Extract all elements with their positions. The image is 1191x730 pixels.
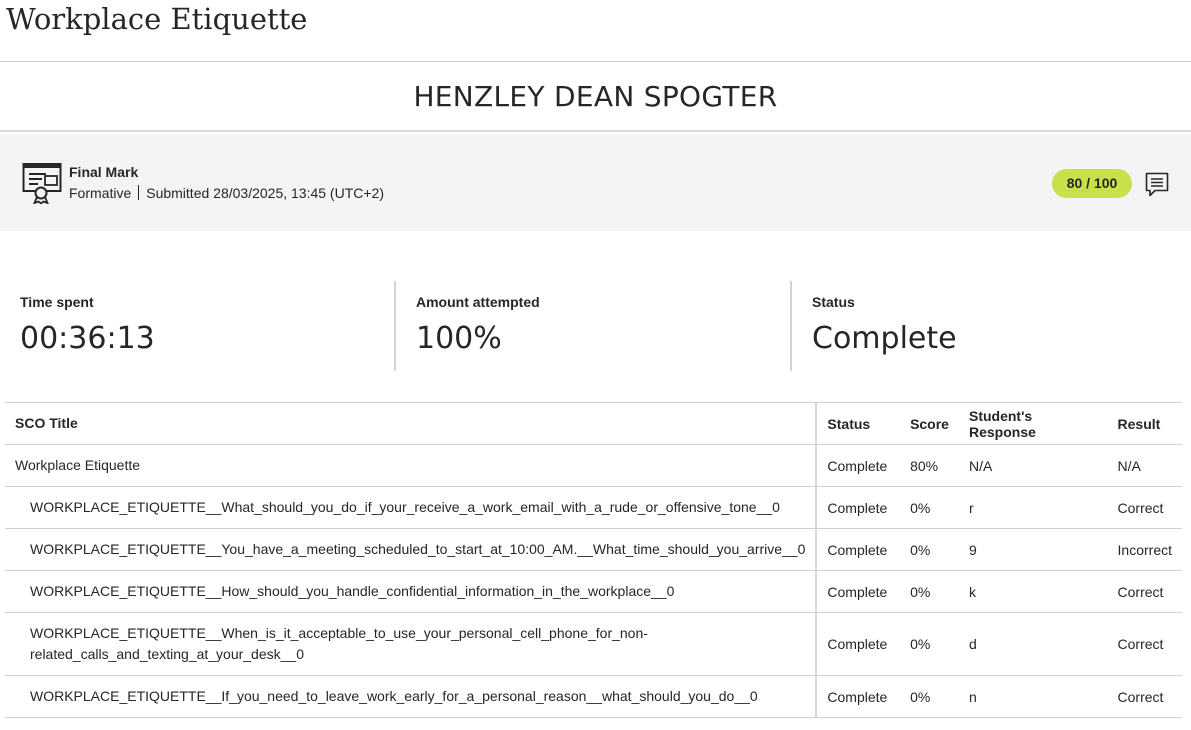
response-cell: d xyxy=(958,612,1108,676)
response-cell: r xyxy=(958,486,1108,529)
status-cell: Complete xyxy=(816,612,901,676)
score-cell: 80% xyxy=(900,444,959,487)
table-row: Workplace Etiquette Complete 80% N/A N/A xyxy=(5,444,1182,487)
result-cell: N/A xyxy=(1107,444,1182,487)
status-cell: Complete xyxy=(816,570,901,613)
result-cell: Correct xyxy=(1107,486,1182,529)
sco-results-table: SCO Title Status Score Student's Respons… xyxy=(5,402,1182,718)
final-mark-title: Final Mark xyxy=(69,164,139,180)
final-score-badge: 80 / 100 xyxy=(1052,169,1132,198)
score-cell: 0% xyxy=(900,570,959,613)
student-name-divider xyxy=(0,130,1191,132)
table-header-row: SCO Title Status Score Student's Respons… xyxy=(5,402,1182,445)
sco-title-cell: WORKPLACE_ETIQUETTE__How_should_you_hand… xyxy=(5,570,818,613)
sco-title-cell: WORKPLACE_ETIQUETTE__What_should_you_do_… xyxy=(5,486,818,529)
table-row: WORKPLACE_ETIQUETTE__You_have_a_meeting_… xyxy=(5,528,1182,571)
table-row: WORKPLACE_ETIQUETTE__How_should_you_hand… xyxy=(5,570,1182,613)
response-cell: N/A xyxy=(958,444,1108,487)
sco-title-cell: WORKPLACE_ETIQUETTE__If_you_need_to_leav… xyxy=(5,675,818,718)
column-header-score: Score xyxy=(900,402,959,445)
column-header-result: Result xyxy=(1107,402,1182,445)
table-row: WORKPLACE_ETIQUETTE__If_you_need_to_leav… xyxy=(5,675,1182,718)
time-spent-value: 00:36:13 xyxy=(20,321,155,356)
comment-icon[interactable] xyxy=(1145,172,1169,198)
column-header-status: Status xyxy=(816,402,901,445)
status-cell: Complete xyxy=(816,486,901,529)
result-cell: Correct xyxy=(1107,612,1182,676)
score-cell: 0% xyxy=(900,612,959,676)
status-cell: Complete xyxy=(816,528,901,571)
amount-attempted-label: Amount attempted xyxy=(416,294,540,310)
assessment-type: Formative xyxy=(69,185,132,201)
stat-divider xyxy=(394,281,396,371)
page-title: Workplace Etiquette xyxy=(6,2,308,36)
sco-title-cell: WORKPLACE_ETIQUETTE__When_is_it_acceptab… xyxy=(5,612,818,676)
status-label: Status xyxy=(812,294,855,310)
score-cell: 0% xyxy=(900,486,959,529)
result-cell: Correct xyxy=(1107,570,1182,613)
student-name: HENZLEY DEAN SPOGTER xyxy=(413,80,778,113)
score-cell: 0% xyxy=(900,675,959,718)
status-value: Complete xyxy=(812,321,957,356)
table-row: WORKPLACE_ETIQUETTE__When_is_it_acceptab… xyxy=(5,612,1182,676)
certificate-icon xyxy=(22,163,62,204)
result-cell: Correct xyxy=(1107,675,1182,718)
response-cell: 9 xyxy=(958,528,1108,571)
amount-attempted-value: 100% xyxy=(416,321,502,356)
score-cell: 0% xyxy=(900,528,959,571)
column-header-response: Student's Response xyxy=(958,402,1108,445)
sco-title-cell: WORKPLACE_ETIQUETTE__You_have_a_meeting_… xyxy=(5,528,818,571)
final-mark-details: Formative Submitted 28/03/2025, 13:45 (UT… xyxy=(69,185,384,201)
submission-date: Submitted 28/03/2025, 13:45 (UTC+2) xyxy=(146,185,384,201)
column-header-sco-title: SCO Title xyxy=(5,402,818,445)
result-cell: Incorrect xyxy=(1107,528,1182,571)
response-cell: n xyxy=(958,675,1108,718)
header-divider xyxy=(0,61,1191,62)
status-cell: Complete xyxy=(816,675,901,718)
stat-divider xyxy=(790,281,792,371)
sco-title-cell: Workplace Etiquette xyxy=(5,444,818,487)
response-cell: k xyxy=(958,570,1108,613)
detail-separator xyxy=(138,185,140,200)
status-cell: Complete xyxy=(816,444,901,487)
time-spent-label: Time spent xyxy=(20,294,94,310)
final-mark-panel: Final Mark Formative Submitted 28/03/2025… xyxy=(0,134,1191,231)
table-row: WORKPLACE_ETIQUETTE__What_should_you_do_… xyxy=(5,486,1182,529)
